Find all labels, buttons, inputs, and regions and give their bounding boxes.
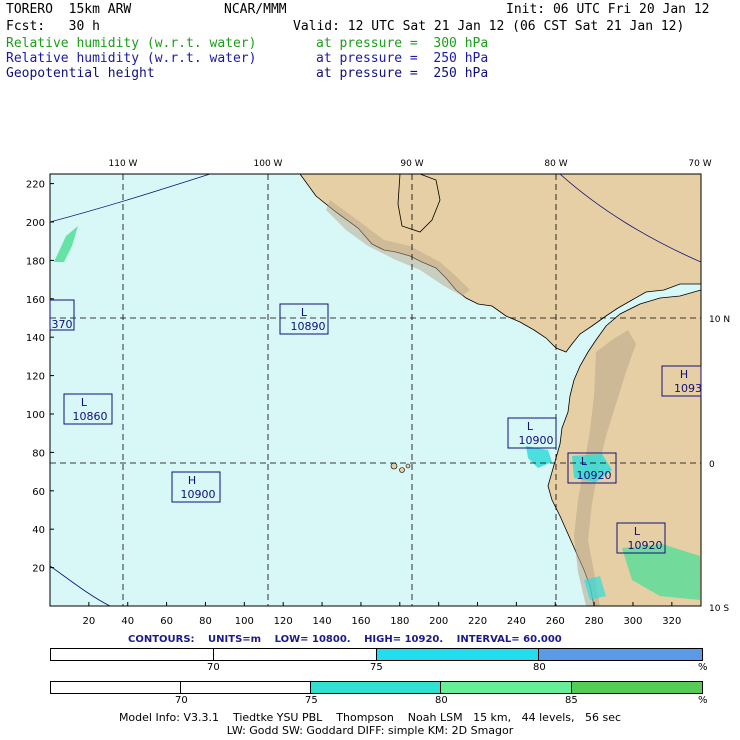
colorbar-segment bbox=[377, 649, 539, 660]
lat-label: 0 bbox=[709, 460, 715, 470]
colorbar-300hpa bbox=[50, 681, 703, 694]
galapagos-island bbox=[405, 463, 411, 469]
contour-interval: INTERVAL= 60.000 bbox=[456, 634, 562, 645]
left-tick-label: 180 bbox=[26, 256, 45, 267]
bottom-tick-label: 300 bbox=[623, 616, 642, 627]
contour-label: CONTOURS: bbox=[128, 634, 195, 645]
lon-label: 70 W bbox=[688, 159, 711, 169]
colorbar-label: 75 bbox=[370, 662, 383, 673]
center-value: 1093 bbox=[674, 382, 702, 395]
colorbar-segment bbox=[441, 682, 572, 693]
field-3-level: at pressure = 250 hPa bbox=[316, 66, 489, 81]
contour-info: CONTOURS: UNITS=m LOW= 10800. HIGH= 1092… bbox=[128, 634, 572, 645]
galapagos-island bbox=[399, 467, 405, 473]
model-name: TORERO 15km ARW bbox=[6, 2, 132, 17]
bottom-tick-label: 20 bbox=[82, 616, 95, 627]
center-type: L bbox=[634, 525, 641, 538]
center-type: L bbox=[527, 420, 534, 433]
left-tick-label: 120 bbox=[26, 372, 45, 383]
center-type: H bbox=[188, 474, 196, 487]
bottom-tick-label: 120 bbox=[274, 616, 293, 627]
bottom-tick-label: 180 bbox=[390, 616, 409, 627]
galapagos-island bbox=[390, 462, 398, 470]
center-value: 10860 bbox=[73, 410, 108, 423]
weather-map[interactable]: 110 W 100 W 90 W 80 W 70 W 10 N 0 10 S 2… bbox=[0, 150, 740, 630]
colorbar-segment bbox=[181, 682, 311, 693]
field-2-name: Relative humidity (w.r.t. water) bbox=[6, 51, 257, 66]
organization: NCAR/MMM bbox=[224, 2, 287, 17]
center-value: 10900 bbox=[519, 434, 554, 447]
lon-label: 90 W bbox=[400, 159, 423, 169]
colorbar-label: 70 bbox=[207, 662, 220, 673]
left-tick-label: 60 bbox=[32, 487, 45, 498]
field-1-name: Relative humidity (w.r.t. water) bbox=[6, 36, 257, 51]
colorbar-label: 70 bbox=[175, 695, 188, 706]
lat-label: 10 N bbox=[709, 315, 730, 325]
contour-units: UNITS=m bbox=[208, 634, 262, 645]
left-tick-label: 40 bbox=[32, 525, 45, 536]
colorbar-250hpa bbox=[50, 648, 703, 661]
center-type: L bbox=[81, 396, 88, 409]
bottom-tick-label: 200 bbox=[429, 616, 448, 627]
left-tick-label: 220 bbox=[26, 180, 45, 191]
colorbar-segment bbox=[572, 682, 702, 693]
field-2-level: at pressure = 250 hPa bbox=[316, 51, 489, 66]
colorbar-label: 85 bbox=[565, 695, 578, 706]
contour-high: HIGH= 10920. bbox=[364, 634, 444, 645]
colorbar-segment bbox=[214, 649, 377, 660]
colorbar-segment bbox=[539, 649, 702, 660]
center-value: 370 bbox=[52, 318, 73, 331]
field-3-name: Geopotential height bbox=[6, 66, 155, 81]
lat-label: 10 S bbox=[709, 604, 729, 614]
bottom-tick-label: 280 bbox=[585, 616, 604, 627]
center-type: L bbox=[301, 306, 308, 319]
colorbar-label: 75 bbox=[305, 695, 318, 706]
center-type: H bbox=[680, 368, 688, 381]
left-tick-label: 160 bbox=[26, 295, 45, 306]
colorbar-segment bbox=[51, 649, 214, 660]
lon-label: 80 W bbox=[544, 159, 567, 169]
left-tick-label: 200 bbox=[26, 218, 45, 229]
center-value: 10920 bbox=[577, 469, 612, 482]
bottom-tick-label: 320 bbox=[662, 616, 681, 627]
top-longitude-labels: 110 W 100 W 90 W 80 W 70 W bbox=[109, 159, 712, 169]
lon-label: 110 W bbox=[109, 159, 138, 169]
model-info-line1: Model Info: V3.3.1 Tiedtke YSU PBL Thomp… bbox=[118, 711, 622, 724]
bottom-tick-label: 140 bbox=[313, 616, 332, 627]
forecast-hour: Fcst: 30 h bbox=[6, 19, 100, 34]
center-type: L bbox=[581, 455, 588, 468]
colorbar-label: 80 bbox=[533, 662, 546, 673]
bottom-tick-label: 220 bbox=[468, 616, 487, 627]
contour-low: LOW= 10800. bbox=[274, 634, 351, 645]
bottom-tick-label: 160 bbox=[351, 616, 370, 627]
model-info-line2: LW: Godd SW: Goddard DIFF: simple KM: 2D… bbox=[226, 724, 514, 737]
bottom-tick-label: 100 bbox=[235, 616, 254, 627]
bottom-tick-label: 80 bbox=[199, 616, 212, 627]
right-latitude-labels: 10 N 0 10 S bbox=[709, 315, 730, 614]
center-value: 10890 bbox=[291, 320, 326, 333]
bottom-tick-label: 40 bbox=[121, 616, 134, 627]
colorbar-label: 80 bbox=[435, 695, 448, 706]
colorbar-segment bbox=[51, 682, 181, 693]
center-value: 10920 bbox=[628, 539, 663, 552]
valid-time: Valid: 12 UTC Sat 21 Jan 12 (06 CST Sat … bbox=[293, 19, 685, 34]
left-tick-label: 80 bbox=[32, 448, 45, 459]
colorbar-segment bbox=[311, 682, 441, 693]
init-time: Init: 06 UTC Fri 20 Jan 12 bbox=[506, 2, 710, 17]
bottom-tick-label: 60 bbox=[160, 616, 173, 627]
bottom-tick-label: 260 bbox=[546, 616, 565, 627]
field-1-level: at pressure = 300 hPa bbox=[316, 36, 489, 51]
center-value: 10900 bbox=[181, 488, 216, 501]
colorbar-label: % bbox=[698, 695, 708, 706]
left-tick-label: 100 bbox=[26, 410, 45, 421]
left-tick-label: 140 bbox=[26, 333, 45, 344]
bottom-tick-label: 240 bbox=[507, 616, 526, 627]
colorbar-label: % bbox=[698, 662, 708, 673]
left-tick-label: 20 bbox=[32, 564, 45, 575]
lon-label: 100 W bbox=[254, 159, 283, 169]
